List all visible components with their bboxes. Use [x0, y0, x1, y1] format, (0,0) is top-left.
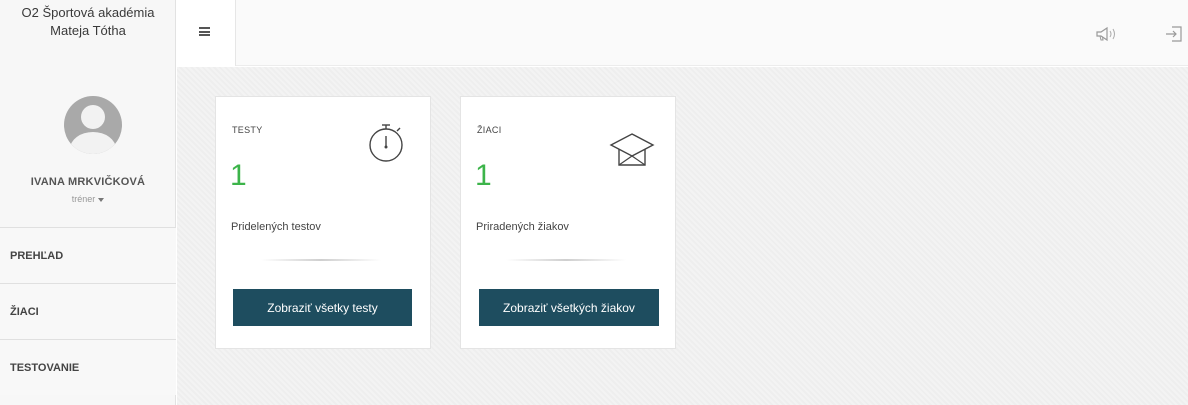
user-name: IVANA MRKVIČKOVÁ: [30, 176, 146, 188]
students-count: 1: [475, 159, 492, 192]
card-subtitle: Priradených žiakov: [476, 221, 569, 233]
nav-item-label: PREHĽAD: [10, 250, 64, 262]
user-role-dropdown[interactable]: tréner: [0, 194, 176, 204]
user-role-label: tréner: [71, 194, 96, 204]
org-title: O2 Športová akadémia Mateja Tótha: [21, 5, 155, 38]
logout-icon[interactable]: [1164, 24, 1184, 44]
show-all-tests-button[interactable]: Zobraziť všetky testy: [233, 289, 412, 326]
menu-toggle-button[interactable]: [176, 0, 236, 66]
nav-item-students[interactable]: ŽIACI: [0, 283, 176, 339]
nav-item-overview[interactable]: PREHĽAD: [0, 227, 176, 283]
dashboard-content: TESTY 1 Pridelených testov Zobraziť všet…: [177, 67, 1188, 405]
tests-card: TESTY 1 Pridelených testov Zobraziť všet…: [215, 96, 431, 349]
nav-item-label: TESTOVANIE: [10, 362, 80, 374]
show-all-students-button[interactable]: Zobraziť všetkých žiakov: [479, 289, 659, 326]
avatar-head: [81, 105, 105, 129]
top-header: [176, 0, 1188, 66]
divider: [506, 259, 626, 261]
nav-item-testing[interactable]: TESTOVANIE: [0, 339, 176, 395]
tests-count: 1: [230, 159, 247, 192]
sidebar: O2 Športová akadémia Mateja Tótha IVANA …: [0, 0, 176, 405]
nav-item-label: ŽIACI: [10, 306, 39, 318]
card-title: ŽIACI: [477, 125, 502, 135]
stopwatch-icon: [369, 124, 403, 162]
graduation-cap-icon: [609, 133, 655, 166]
caret-down-icon: [98, 197, 105, 202]
menu-icon: [199, 27, 210, 36]
card-title: TESTY: [232, 125, 263, 135]
divider: [261, 259, 381, 261]
card-subtitle: Pridelených testov: [231, 221, 321, 233]
students-card: ŽIACI 1 Priradených žiakov Zobraziť všet…: [460, 96, 676, 349]
avatar: [64, 96, 122, 154]
megaphone-icon[interactable]: [1094, 24, 1122, 44]
avatar-body: [70, 132, 116, 154]
